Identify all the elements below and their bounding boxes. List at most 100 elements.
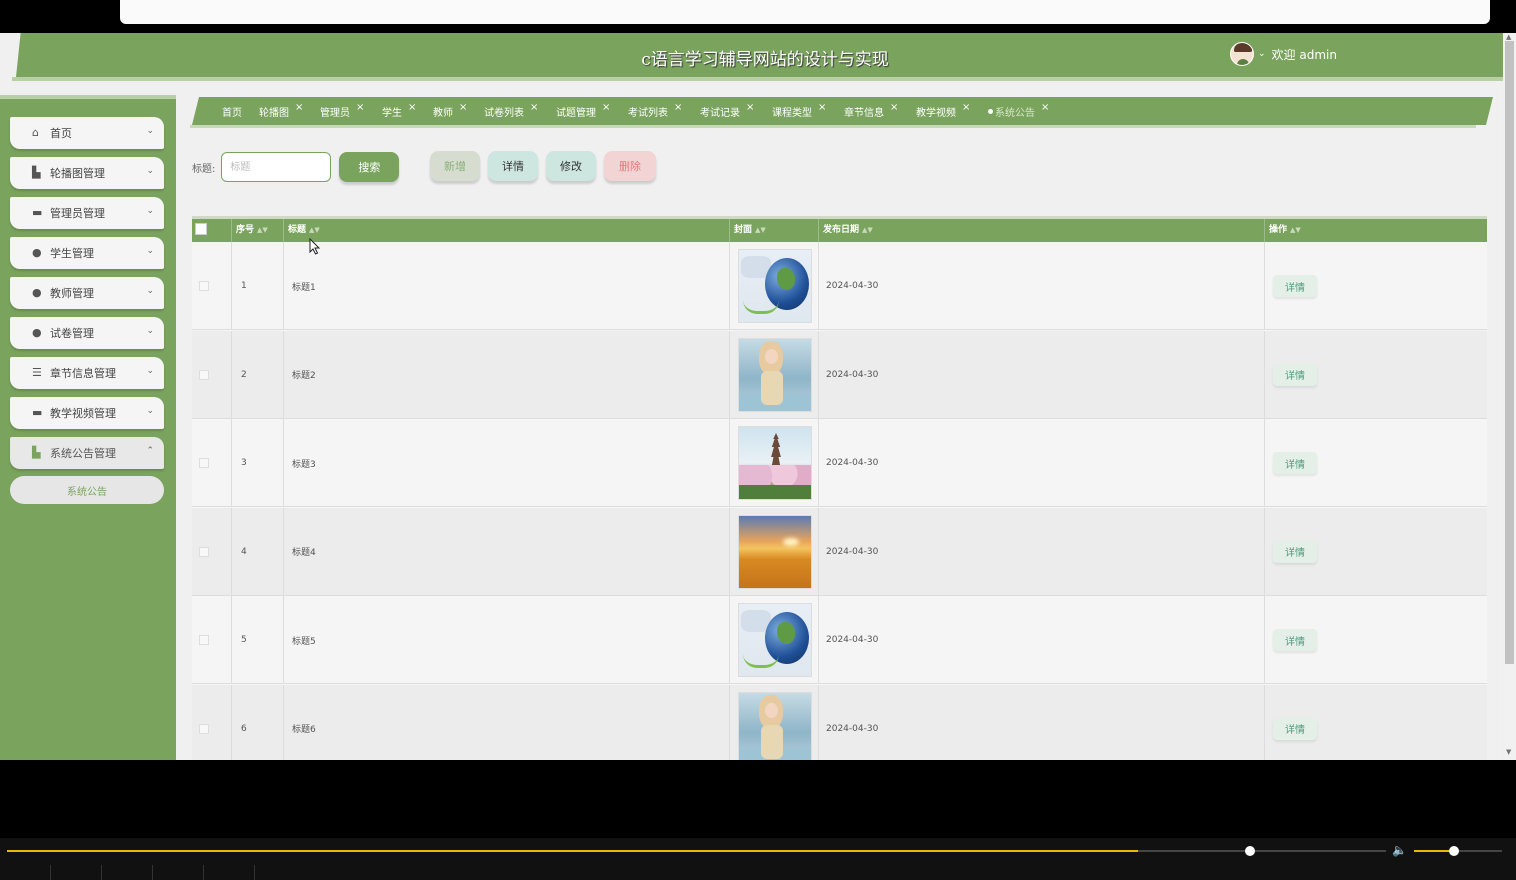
detail-button[interactable]: 详情: [488, 151, 538, 181]
column-header-cover[interactable]: 封面 ▲▼: [730, 219, 819, 242]
chevron-down-icon[interactable]: ⌄: [1258, 49, 1266, 59]
sidebar-item-chapter[interactable]: ☰ 章节信息管理 ⌄: [10, 357, 164, 389]
table-row[interactable]: 5 标题5 2024-04-30 详情: [192, 596, 1487, 684]
cover-image[interactable]: [738, 337, 812, 412]
sidebar-item-home[interactable]: ⌂ 首页 ⌄: [10, 117, 164, 149]
volume-knob[interactable]: [1448, 846, 1459, 856]
segment[interactable]: [102, 865, 153, 880]
select-cell: [192, 684, 232, 760]
sidebar-item-admin[interactable]: ▬ 管理员管理 ⌄: [10, 197, 164, 229]
select-all-checkbox[interactable]: [195, 223, 207, 235]
tab-item[interactable]: 系统公告 ×: [988, 102, 1049, 119]
sidebar-item-video[interactable]: ▬ 教学视频管理 ⌄: [10, 397, 164, 429]
column-header-title[interactable]: 标题 ▲▼: [284, 219, 730, 242]
close-icon[interactable]: ×: [1041, 102, 1049, 113]
cover-image[interactable]: [738, 603, 812, 677]
cover-image[interactable]: [738, 514, 812, 589]
close-icon[interactable]: ×: [408, 102, 416, 113]
tab-item[interactable]: 试题管理 ×: [556, 102, 610, 119]
cover-image[interactable]: [738, 426, 812, 500]
close-icon[interactable]: ×: [962, 102, 970, 113]
video-progress-bar[interactable]: [7, 846, 1386, 856]
close-icon[interactable]: ×: [295, 102, 303, 113]
table-row[interactable]: 4 标题4 2024-04-30 详情: [192, 507, 1487, 596]
table-row[interactable]: 6 标题6 2024-04-30 详情: [192, 684, 1487, 760]
segment[interactable]: [204, 865, 255, 880]
date-cell: 2024-04-30: [819, 330, 1265, 419]
avatar[interactable]: [1230, 42, 1254, 66]
row-checkbox[interactable]: [199, 369, 209, 380]
edit-button[interactable]: 修改: [546, 151, 596, 181]
tab-item[interactable]: 轮播图 ×: [259, 102, 303, 119]
chapter-icon: ☰: [32, 366, 42, 379]
row-checkbox[interactable]: [199, 546, 209, 557]
close-icon[interactable]: ×: [459, 102, 467, 113]
sort-icon[interactable]: ▲▼: [755, 226, 766, 234]
sidebar-item-student[interactable]: ● 学生管理 ⌄: [10, 237, 164, 269]
row-checkbox[interactable]: [199, 281, 209, 291]
segment[interactable]: [153, 865, 204, 880]
video-progress-knob[interactable]: [1244, 846, 1255, 856]
search-label: 标题:: [192, 163, 216, 175]
cover-image-part: [765, 348, 778, 364]
row-detail-button[interactable]: 详情: [1273, 540, 1317, 563]
column-header-actions[interactable]: 操作 ▲▼: [1265, 219, 1487, 242]
row-detail-button[interactable]: 详情: [1273, 717, 1317, 740]
column-header-label: 封面: [734, 225, 753, 235]
cover-image[interactable]: [738, 691, 812, 760]
segment[interactable]: [0, 865, 51, 880]
close-icon[interactable]: ×: [890, 102, 898, 113]
close-icon[interactable]: ×: [602, 102, 610, 113]
table-row[interactable]: 2 标题2 2024-04-30 详情: [192, 330, 1487, 419]
page-scrollbar[interactable]: ▲ ▼: [1503, 33, 1516, 760]
volume-slider[interactable]: [1414, 846, 1502, 856]
tab-item[interactable]: 考试列表 ×: [628, 102, 682, 119]
add-button[interactable]: 新增: [430, 151, 480, 181]
close-icon[interactable]: ×: [530, 102, 538, 113]
segment[interactable]: [51, 865, 102, 880]
tab-item[interactable]: 管理员 ×: [320, 102, 364, 119]
row-checkbox[interactable]: [199, 458, 209, 468]
tab-item[interactable]: 教师 ×: [433, 102, 467, 119]
tab-item[interactable]: 考试记录 ×: [700, 102, 754, 119]
admin-icon: ▬: [32, 206, 43, 219]
tab-item[interactable]: 课程类型 ×: [772, 102, 826, 119]
sidebar-item-notice[interactable]: ▙ 系统公告管理 ⌃: [10, 437, 164, 469]
tab-home[interactable]: 首页: [222, 103, 242, 119]
tab-item[interactable]: 章节信息 ×: [844, 102, 898, 119]
tab-item[interactable]: 试卷列表 ×: [484, 102, 538, 119]
delete-button[interactable]: 删除: [604, 151, 656, 181]
column-header-date[interactable]: 发布日期 ▲▼: [819, 219, 1265, 242]
search-input[interactable]: [221, 152, 332, 182]
table-row[interactable]: 3 标题3 2024-04-30 详情: [192, 419, 1487, 507]
sidebar-item-carousel[interactable]: ▙ 轮播图管理 ⌄: [10, 157, 164, 189]
volume-icon[interactable]: 🔈: [1392, 843, 1407, 857]
tab-item[interactable]: 教学视频 ×: [916, 102, 970, 119]
sort-icon[interactable]: ▲▼: [309, 226, 320, 234]
column-header-index[interactable]: 序号 ▲▼: [232, 219, 284, 242]
search-button[interactable]: 搜索: [339, 152, 400, 182]
row-detail-button[interactable]: 详情: [1273, 363, 1317, 386]
sidebar-item-exam-paper[interactable]: ● 试卷管理 ⌄: [10, 317, 164, 349]
close-icon[interactable]: ×: [818, 102, 826, 113]
user-menu[interactable]: ⌄ 欢迎 admin: [1230, 41, 1337, 67]
close-icon[interactable]: ×: [674, 102, 682, 113]
sort-icon[interactable]: ▲▼: [257, 226, 268, 234]
row-checkbox[interactable]: [199, 635, 209, 645]
submenu-item-notice[interactable]: 系统公告: [10, 476, 164, 504]
row-detail-button[interactable]: 详情: [1273, 629, 1317, 651]
table-row[interactable]: 1 标题1 2024-04-30 详情: [192, 242, 1487, 330]
scroll-up-icon[interactable]: ▲: [1506, 33, 1511, 41]
row-checkbox[interactable]: [199, 723, 209, 734]
scrollbar-thumb[interactable]: [1505, 41, 1514, 664]
row-detail-button[interactable]: 详情: [1273, 275, 1317, 297]
tab-item[interactable]: 学生 ×: [382, 102, 416, 119]
sort-icon[interactable]: ▲▼: [1290, 226, 1301, 234]
cover-image[interactable]: [738, 249, 812, 323]
scroll-down-icon[interactable]: ▼: [1506, 748, 1511, 756]
row-detail-button[interactable]: 详情: [1273, 452, 1317, 474]
sidebar-item-teacher[interactable]: ● 教师管理 ⌄: [10, 277, 164, 309]
close-icon[interactable]: ×: [356, 102, 364, 113]
close-icon[interactable]: ×: [746, 102, 754, 113]
sort-icon[interactable]: ▲▼: [862, 226, 873, 234]
